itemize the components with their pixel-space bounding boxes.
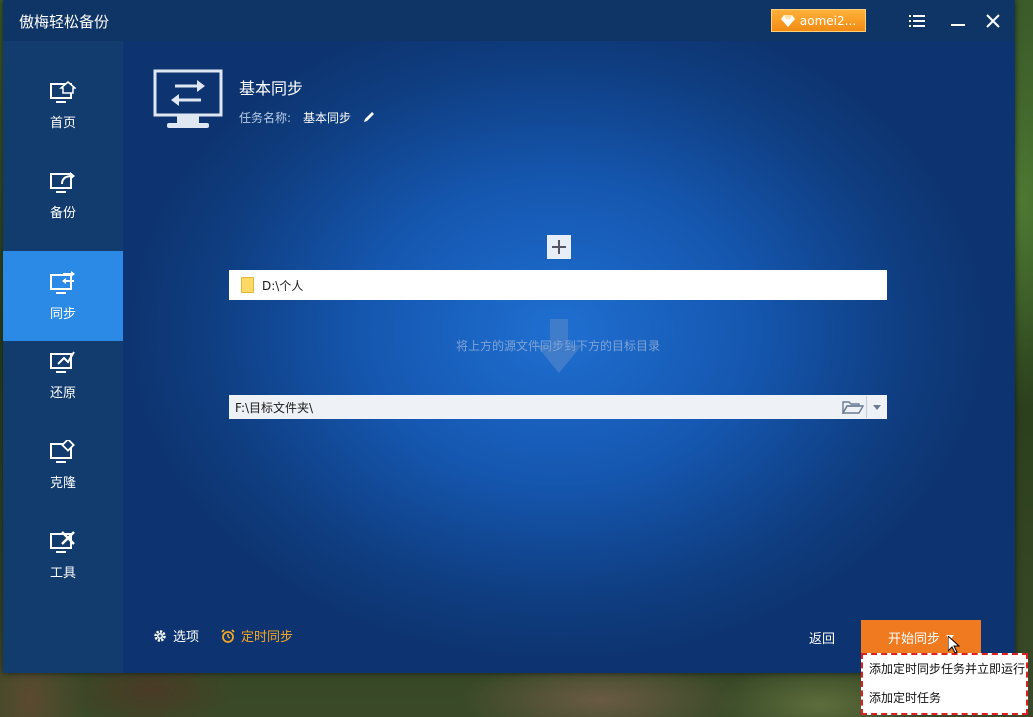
browse-folder-button[interactable]: [839, 396, 867, 418]
open-folder-icon: [841, 401, 864, 414]
minimize-icon[interactable]: [947, 10, 969, 32]
menu-item-schedule-and-run[interactable]: 添加定时同步任务并立即运行: [863, 655, 1026, 684]
page-title: 基本同步: [239, 79, 304, 98]
upgrade-button[interactable]: aomei2...: [771, 9, 866, 32]
source-folder-row[interactable]: D:\个人: [229, 270, 887, 300]
sidebar-item-label: 备份: [49, 205, 76, 221]
menu-icon[interactable]: [906, 10, 928, 32]
sidebar-item-label: 还原: [49, 385, 76, 401]
sync-hint: 将上方的源文件同步到下方的目标目录: [455, 339, 660, 353]
sidebar-item-backup[interactable]: 备份: [3, 150, 123, 240]
sidebar-item-label: 首页: [49, 115, 76, 131]
options-label: 选项: [173, 630, 200, 645]
title-bar: 傲梅轻松备份 aomei2...: [3, 0, 1015, 41]
sidebar-item-label: 同步: [49, 306, 76, 322]
add-source-button[interactable]: [547, 235, 571, 259]
home-icon: [50, 80, 76, 103]
app-title: 傲梅轻松备份: [19, 13, 110, 31]
source-path: D:\个人: [262, 278, 304, 293]
folder-icon: [241, 277, 254, 293]
sidebar-item-label: 克隆: [49, 475, 76, 491]
mouse-cursor-icon: [948, 636, 960, 654]
sidebar: 首页 备份 同步 还原 克隆 工具: [3, 41, 123, 673]
sidebar-item-tools[interactable]: 工具: [3, 510, 123, 600]
gem-icon: [780, 14, 795, 27]
schedule-sync-button[interactable]: 定时同步: [221, 626, 293, 645]
task-name-label: 任务名称:: [239, 111, 292, 125]
sidebar-item-clone[interactable]: 克隆: [3, 420, 123, 510]
destination-field[interactable]: [229, 395, 887, 419]
start-sync-label: 开始同步: [887, 631, 940, 647]
clone-icon: [50, 439, 75, 463]
tools-icon: [50, 530, 75, 553]
sync-panel: 基本同步 任务名称: 基本同步 D:\个人 将上方的源文件同步到下方的目标目录: [123, 41, 1015, 673]
sidebar-item-restore[interactable]: 还原: [3, 330, 123, 420]
start-sync-button[interactable]: 开始同步: [861, 620, 981, 654]
sidebar-item-home[interactable]: 首页: [3, 60, 123, 150]
plus-icon: [552, 240, 566, 254]
chevron-down-icon: [873, 404, 881, 410]
destination-dropdown[interactable]: [867, 396, 887, 418]
schedule-sync-label: 定时同步: [241, 630, 294, 645]
edit-icon[interactable]: [363, 111, 375, 123]
sidebar-item-sync[interactable]: 同步: [3, 251, 123, 341]
destination-input[interactable]: [235, 396, 839, 418]
back-button[interactable]: 返回: [809, 628, 835, 647]
sync-header-icon: [153, 69, 223, 128]
backup-icon: [50, 171, 75, 193]
options-button[interactable]: 选项: [153, 626, 199, 645]
close-icon[interactable]: [982, 10, 1004, 32]
sidebar-item-label: 工具: [49, 565, 76, 581]
alarm-clock-icon: [221, 628, 235, 643]
upgrade-label: aomei2...: [799, 13, 857, 28]
app-window: 傲梅轻松备份 aomei2... 首页 备份 同步 还原 克隆 工具 基本同步 …: [3, 0, 1015, 673]
restore-icon: [50, 350, 75, 373]
menu-item-schedule-only[interactable]: 添加定时任务: [863, 684, 1026, 713]
gear-icon: [154, 629, 166, 642]
sync-icon: [50, 270, 75, 294]
start-sync-menu: 添加定时同步任务并立即运行 添加定时任务: [861, 653, 1028, 715]
task-name-value: 基本同步: [303, 111, 352, 125]
